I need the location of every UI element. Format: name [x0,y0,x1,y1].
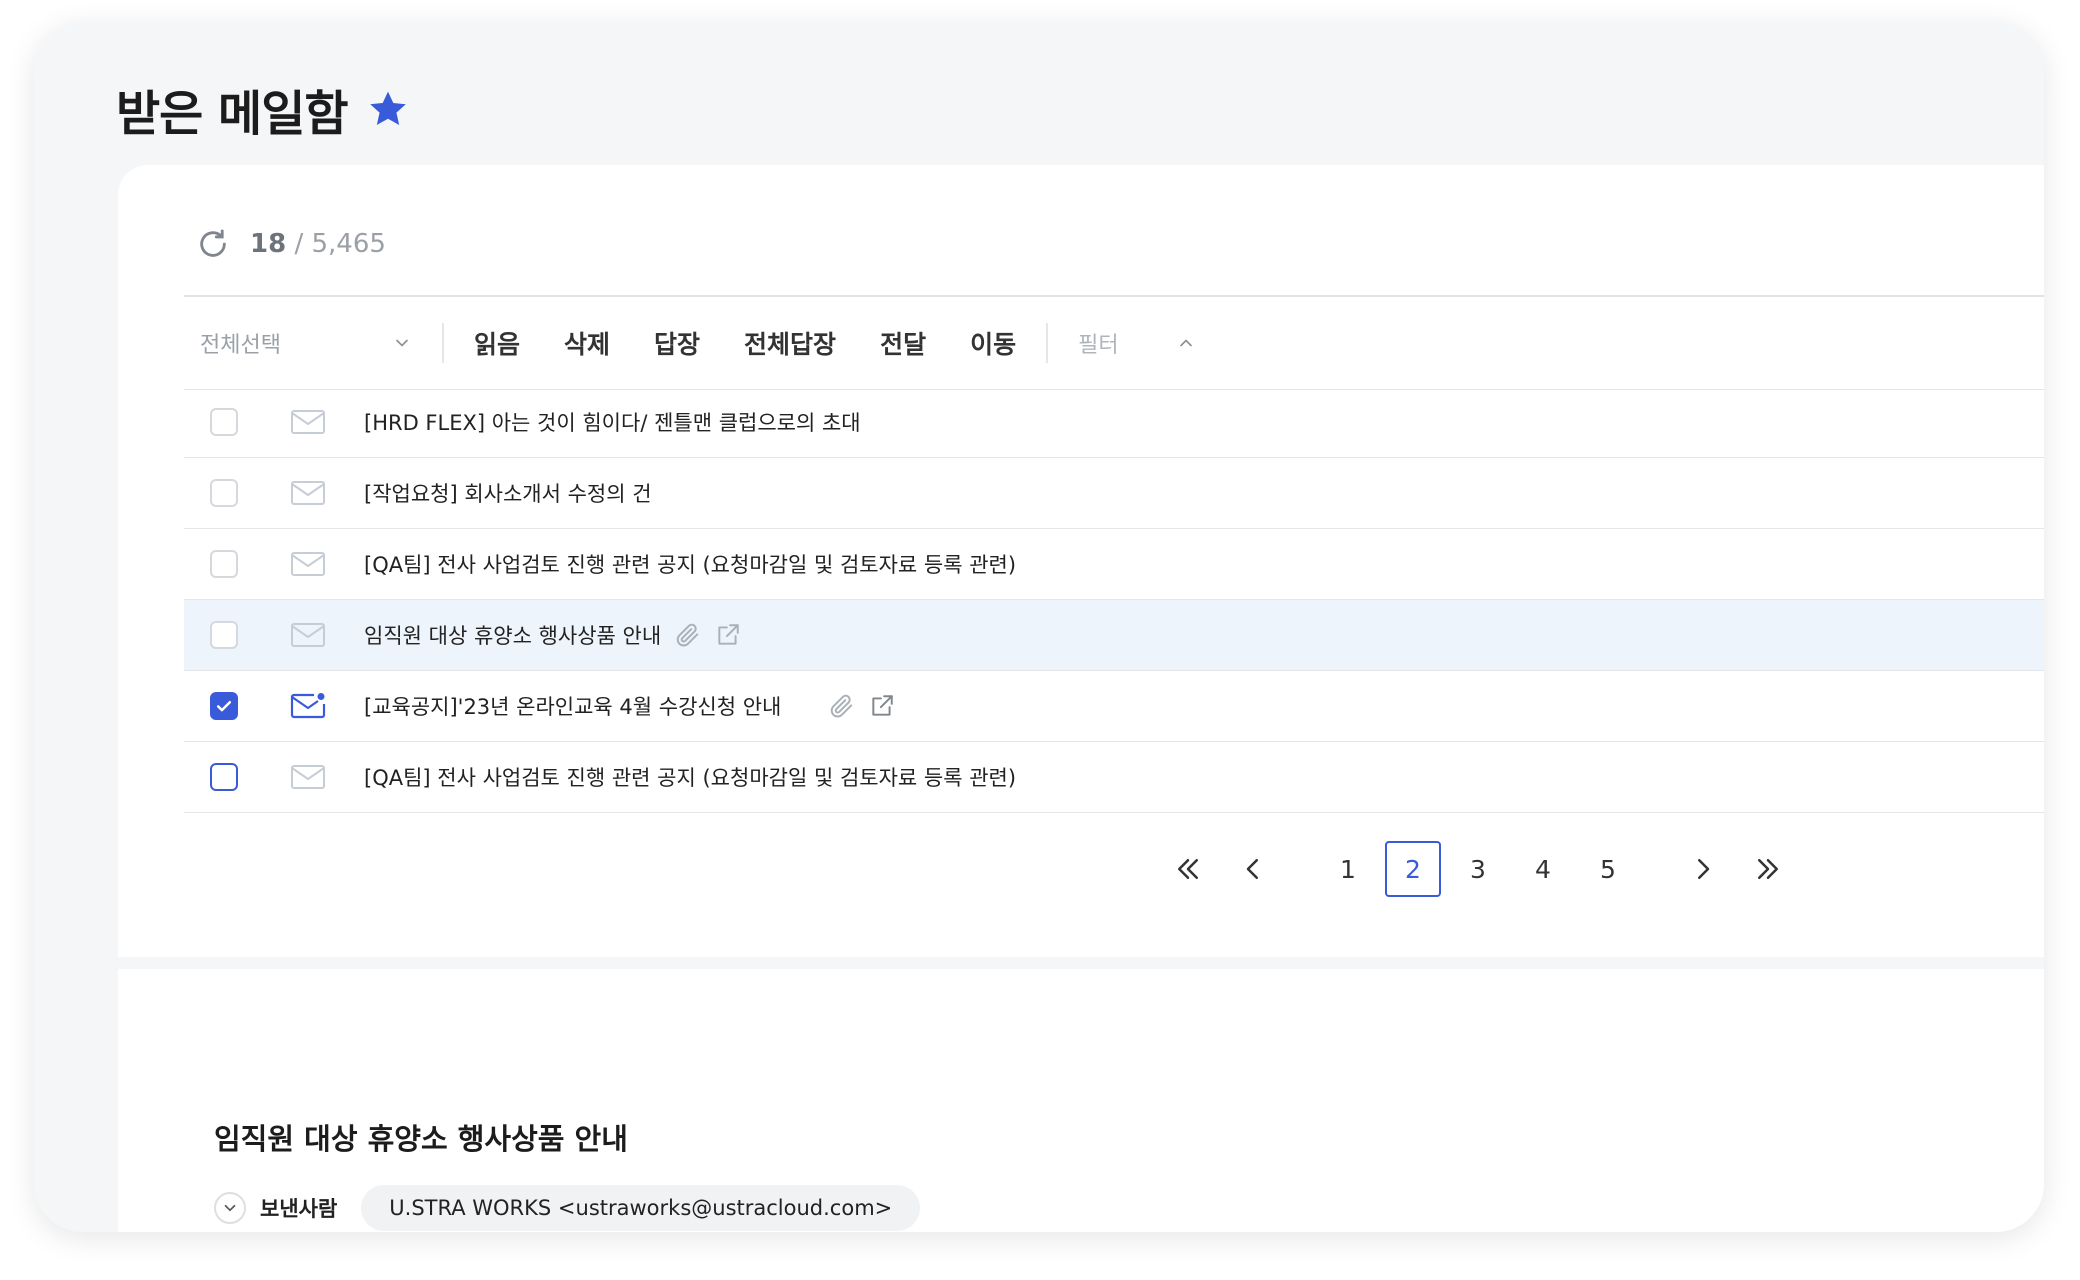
chevron-down-icon [396,339,408,347]
mail-row-highlighted[interactable]: 임직원 대상 휴양소 행사상품 안내 [184,600,2044,671]
paperclip-icon[interactable] [829,693,855,719]
row-checkbox[interactable] [210,550,238,578]
prev-page-button[interactable] [1225,841,1281,897]
next-page-button[interactable] [1675,841,1731,897]
mail-subject[interactable]: [QA팀] 전사 사업검토 진행 관련 공지 (요청마감일 및 검토자료 등록 … [364,549,1016,579]
paperclip-icon[interactable] [675,622,701,648]
mail-subject[interactable]: [QA팀] 전사 사업검토 진행 관련 공지 (요청마감일 및 검토자료 등록 … [364,762,1016,792]
toolbar-divider [1046,323,1049,363]
page-4-button[interactable]: 4 [1515,841,1571,897]
mail-subject[interactable]: 임직원 대상 휴양소 행사상품 안내 [364,620,661,650]
page-title: 받은 메일함 [116,86,349,142]
pagination: 1 2 3 4 5 [1160,841,1805,897]
mail-row-actions [675,622,741,648]
toolbar-divider [442,323,444,363]
row-checkbox[interactable] [210,408,238,436]
mail-read-icon [291,410,325,434]
mail-app-window: 받은 메일함 18 / 5,465 전체선택 읽음 삭제 답장 전체답장 전달 … [34,22,2044,1232]
chevron-down-icon [224,1204,236,1212]
mail-subject[interactable]: [HRD FLEX] 아는 것이 힘이다/ 젠틀맨 클럽으로의 초대 [364,407,861,437]
page-3-button[interactable]: 3 [1450,841,1506,897]
refresh-icon[interactable] [196,227,230,261]
first-page-button[interactable] [1160,841,1216,897]
mail-row[interactable]: [QA팀] 전사 사업검토 진행 관련 공지 (요청마감일 및 검토자료 등록 … [184,742,2044,813]
row-checkbox[interactable] [210,621,238,649]
chevron-left-icon [1246,859,1258,879]
star-icon[interactable] [366,87,410,131]
sender-address[interactable]: U.STRA WORKS <ustraworks@ustracloud.com> [361,1185,921,1231]
select-all-label: 전체선택 [200,333,281,358]
mail-counter: 18 / 5,465 [196,227,386,261]
mail-subject[interactable]: [교육공지]'23년 온라인교육 4월 수강신청 안내 [364,691,781,721]
row-checkbox[interactable] [210,763,238,791]
mail-count-total: / 5,465 [294,229,386,259]
filter-label: 필터 [1078,333,1119,358]
mail-row[interactable]: [HRD FLEX] 아는 것이 힘이다/ 젠틀맨 클럽으로의 초대 [184,387,2044,458]
row-checkbox[interactable] [210,479,238,507]
mail-read-icon [291,481,325,505]
check-icon [216,701,232,712]
reply-button[interactable]: 답장 [654,325,700,361]
mail-detail-panel: 임직원 대상 휴양소 행사상품 안내 보낸사람 U.STRA WORKS <us… [118,969,2044,1232]
sender-expand-button[interactable] [214,1192,246,1224]
mail-toolbar: 전체선택 읽음 삭제 답장 전체답장 전달 이동 필터 [184,295,2044,390]
mail-row[interactable]: [작업요청] 회사소개서 수정의 건 [184,458,2044,529]
mail-row-actions [829,693,895,719]
delete-button[interactable]: 삭제 [564,325,610,361]
mail-read-icon [291,552,325,576]
page-2-button[interactable]: 2 [1385,841,1441,897]
mail-detail-title: 임직원 대상 휴양소 행사상품 안내 [214,1122,628,1156]
forward-button[interactable]: 전달 [880,325,926,361]
chevrons-right-icon [1758,859,1778,879]
mail-count-current: 18 [250,229,287,259]
open-new-window-icon[interactable] [715,622,741,648]
page-title-wrap: 받은 메일함 [116,74,410,144]
mail-subject[interactable]: [작업요청] 회사소개서 수정의 건 [364,478,652,508]
mail-read-icon [291,765,325,789]
mail-row[interactable]: [QA팀] 전사 사업검토 진행 관련 공지 (요청마감일 및 검토자료 등록 … [184,529,2044,600]
sender-label: 보낸사람 [260,1197,338,1221]
sender-row: 보낸사람 U.STRA WORKS <ustraworks@ustracloud… [214,1185,921,1231]
select-all-dropdown[interactable]: 전체선택 [200,327,434,359]
filter-dropdown[interactable]: 필터 [1078,327,1196,359]
open-new-window-icon[interactable] [869,693,895,719]
chevrons-left-icon [1178,859,1198,879]
mail-unread-icon [290,693,326,719]
mail-row-selected[interactable]: [교육공지]'23년 온라인교육 4월 수강신청 안내 [184,671,2044,742]
mail-read-icon [291,623,325,647]
mail-list-panel: 18 / 5,465 전체선택 읽음 삭제 답장 전체답장 전달 이동 필터 [… [118,165,2044,957]
page-1-button[interactable]: 1 [1320,841,1376,897]
read-button[interactable]: 읽음 [474,325,520,361]
last-page-button[interactable] [1740,841,1796,897]
chevron-right-icon [1698,859,1710,879]
reply-all-button[interactable]: 전체답장 [744,325,836,361]
row-checkbox-checked[interactable] [210,692,238,720]
mail-list: [HRD FLEX] 아는 것이 힘이다/ 젠틀맨 클럽으로의 초대 [작업요청… [184,387,2044,813]
page-5-button[interactable]: 5 [1580,841,1636,897]
move-button[interactable]: 이동 [970,325,1016,361]
chevron-up-icon [1180,339,1192,347]
